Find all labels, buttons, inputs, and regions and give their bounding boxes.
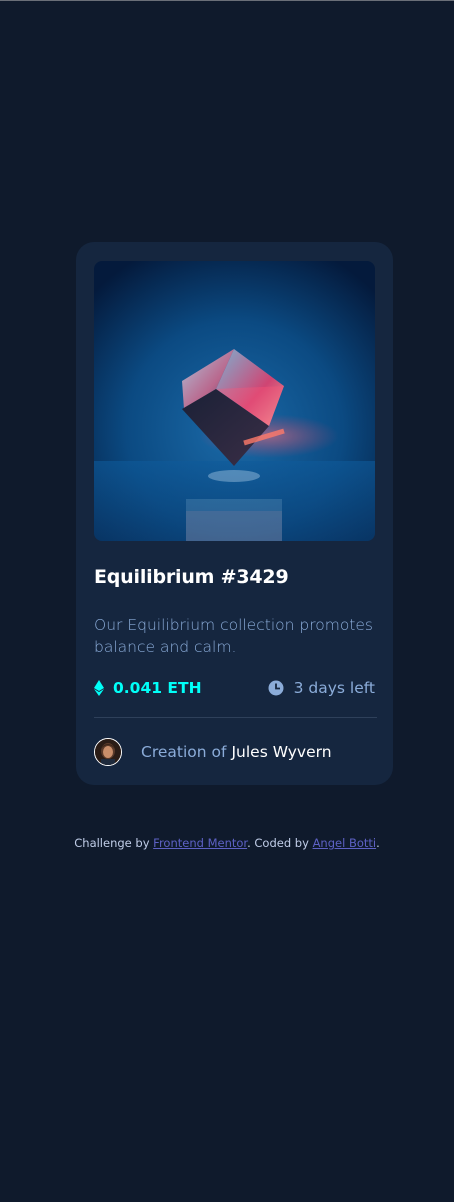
clock-icon: [268, 680, 284, 696]
divider: [94, 717, 377, 718]
top-border: [0, 0, 454, 1]
creator-prefix: Creation of: [141, 743, 227, 761]
nft-image[interactable]: [94, 261, 375, 541]
card-stats: 0.041 ETH 3 days left: [94, 676, 375, 700]
price: 0.041 ETH: [94, 676, 202, 700]
time-left: 3 days left: [268, 676, 375, 700]
attribution-text-2: . Coded by: [247, 836, 313, 850]
nft-card: Equilibrium #3429 Our Equilibrium collec…: [76, 242, 393, 785]
cube-artwork: [94, 261, 375, 541]
ethereum-icon: [94, 680, 104, 696]
avatar: [94, 738, 122, 766]
card-description: Our Equilibrium collection promotes bala…: [94, 616, 373, 656]
frontend-mentor-link[interactable]: Frontend Mentor: [153, 836, 247, 850]
attribution-footer: Challenge by Frontend Mentor. Coded by A…: [0, 836, 454, 850]
creator-name-link[interactable]: Jules Wyvern: [231, 743, 331, 761]
creator-row: Creation of Jules Wyvern: [94, 737, 332, 767]
author-link[interactable]: Angel Botti: [313, 836, 377, 850]
price-value: 0.041 ETH: [113, 679, 202, 697]
attribution-text-1: Challenge by: [74, 836, 154, 850]
card-title[interactable]: Equilibrium #3429: [94, 566, 289, 588]
attribution-text-3: .: [376, 836, 380, 850]
time-left-text: 3 days left: [293, 679, 375, 697]
